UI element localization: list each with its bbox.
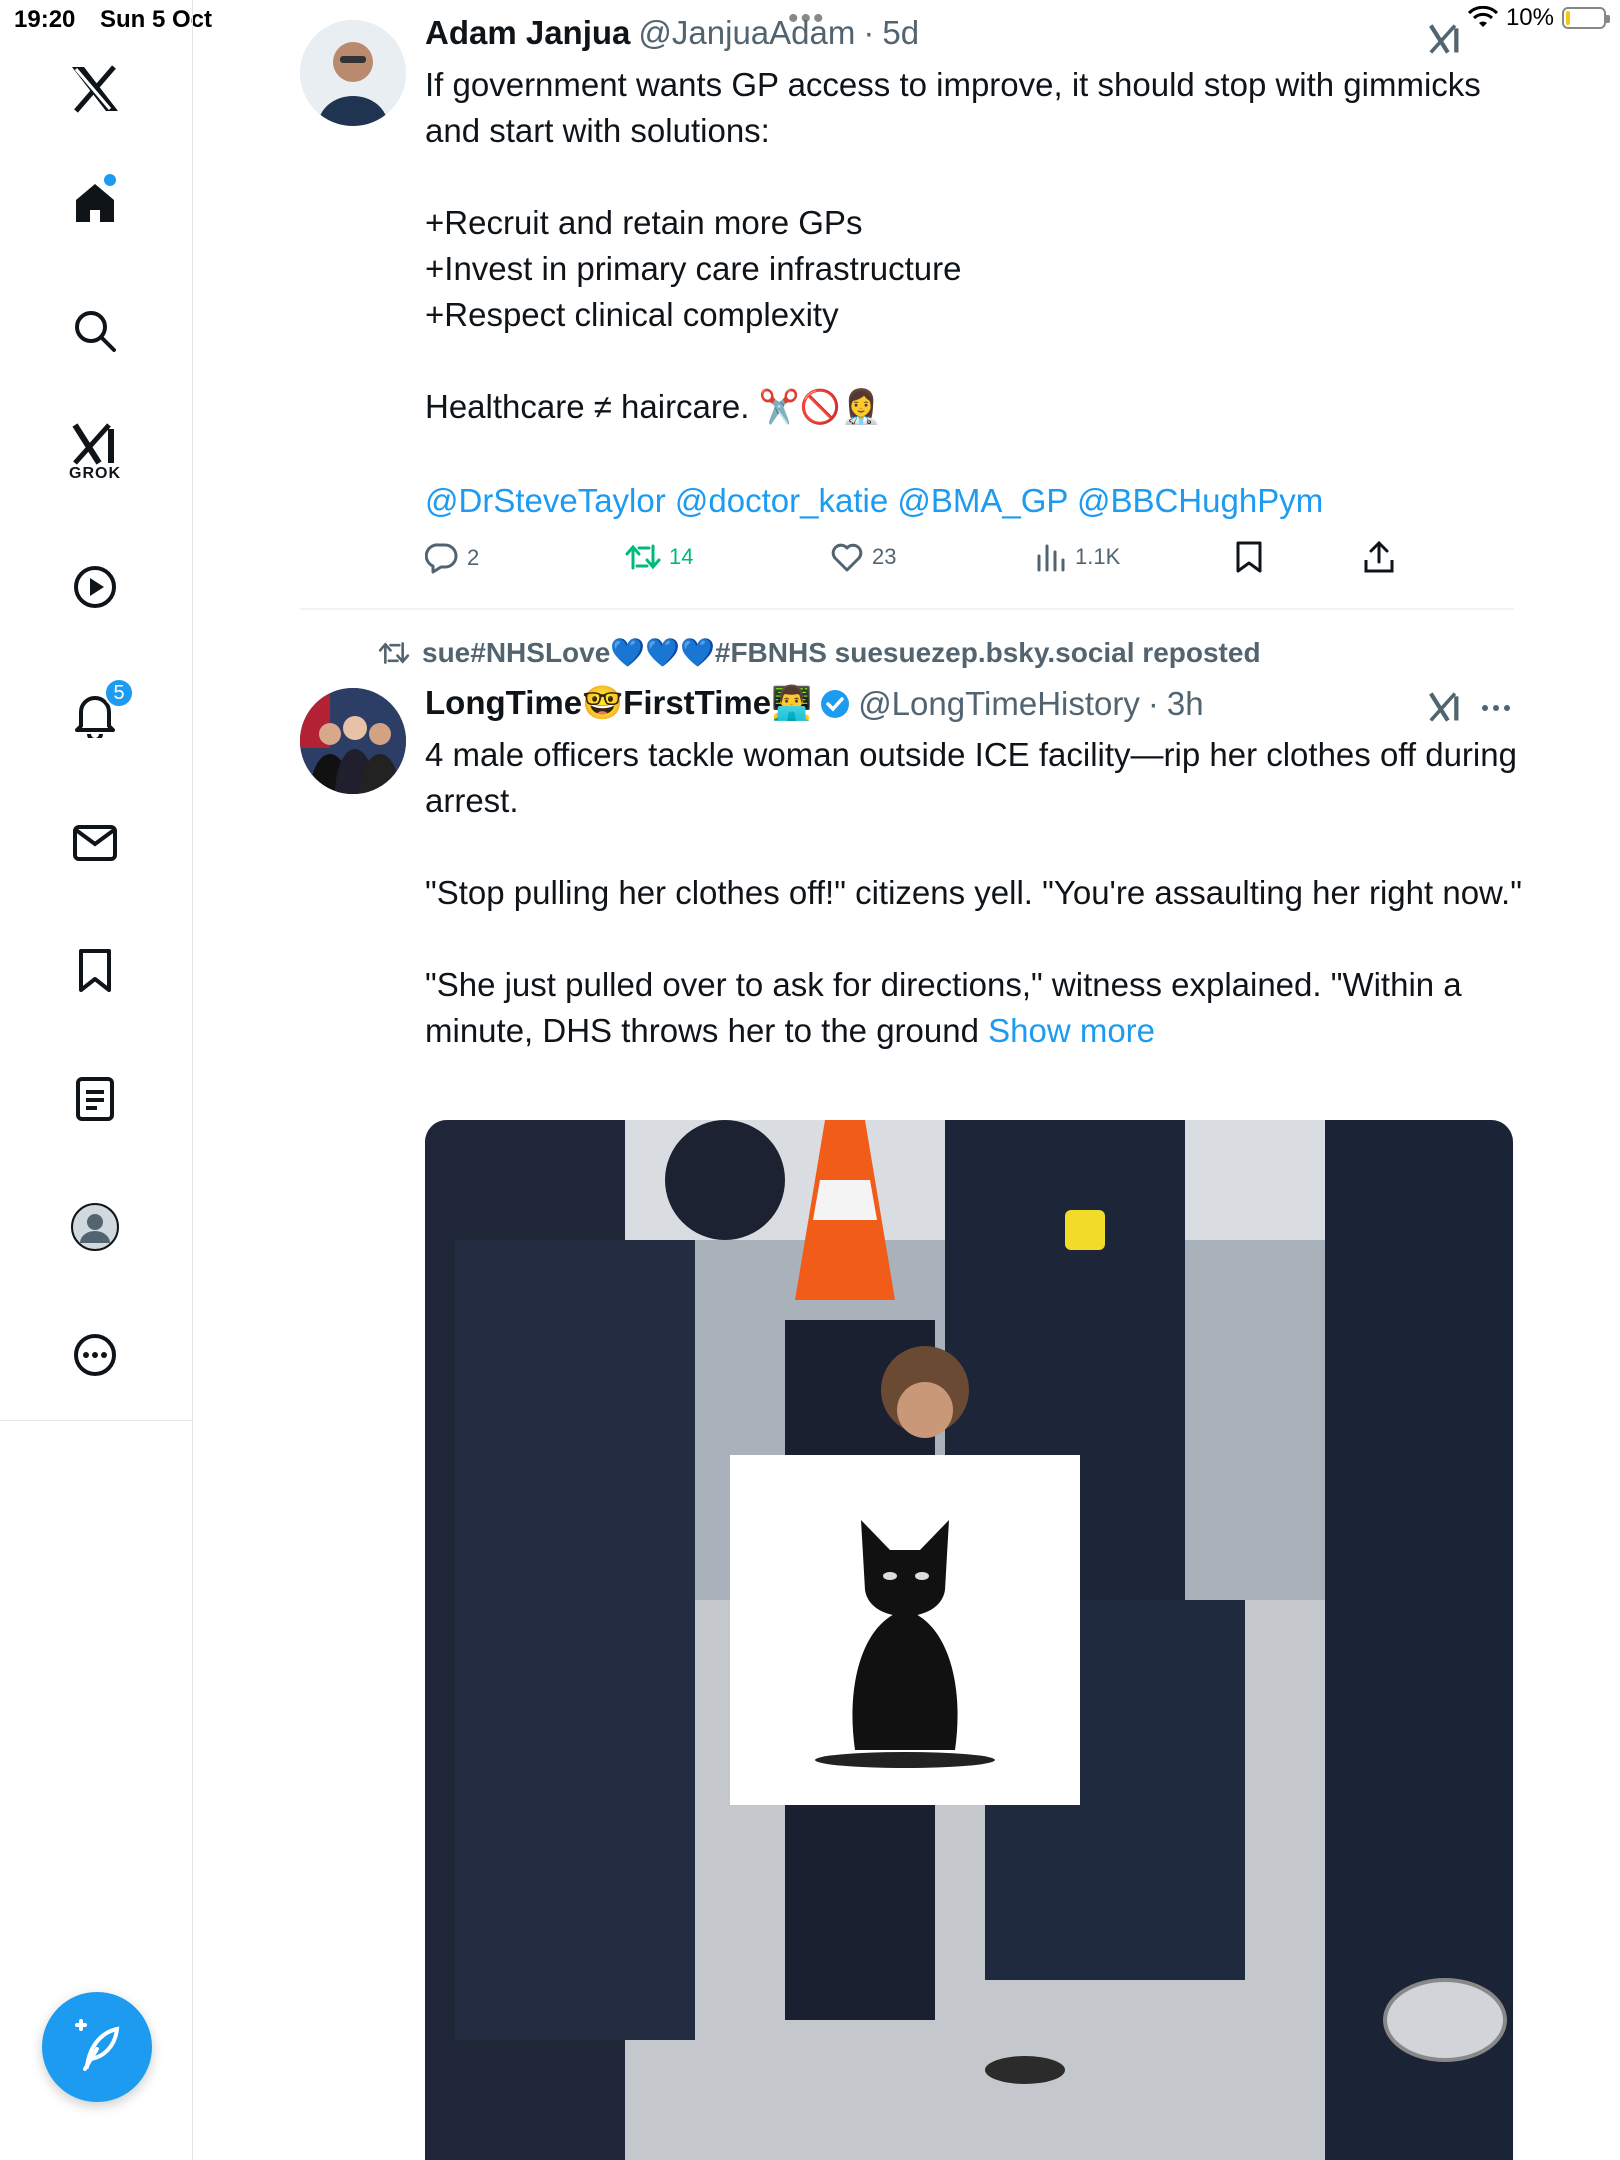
home-icon <box>76 184 114 222</box>
views-chart-icon <box>1037 544 1065 572</box>
post-time[interactable]: 5d <box>882 14 919 52</box>
grok-icon[interactable] <box>1428 22 1462 56</box>
tweet-divider <box>300 608 1514 610</box>
bookmark-icon <box>79 949 111 992</box>
mail-icon <box>73 825 117 861</box>
search-icon <box>75 311 116 352</box>
status-right: 10% <box>1467 4 1610 32</box>
grok-icon <box>72 423 114 465</box>
bookmark-button[interactable] <box>1235 540 1263 574</box>
bookmark-icon <box>1236 541 1262 573</box>
reply-count: 2 <box>467 545 480 570</box>
heart-icon <box>831 543 863 572</box>
sidebar-divider <box>0 1420 192 1421</box>
views-button[interactable]: 1.1K <box>1035 542 1120 572</box>
avatar[interactable] <box>300 20 406 126</box>
media-photo <box>425 1120 1513 2160</box>
reply-button[interactable]: 2 <box>425 542 479 574</box>
sidebar-item-home[interactable] <box>62 170 128 236</box>
wifi-icon <box>1467 6 1498 27</box>
repost-by-text: sue#NHSLove💙💙💙#FBNHS suesuezep.bsky.soci… <box>422 637 1261 668</box>
tweet-header: LongTime🤓FirstTime👨‍💻 @LongTimeHistory ·… <box>425 684 1204 723</box>
grok-label: GROK <box>69 465 121 482</box>
avatar[interactable] <box>300 688 406 794</box>
author-name[interactable]: LongTime🤓FirstTime👨‍💻 <box>425 684 812 723</box>
tweet-text: 4 male officers tackle woman outside ICE… <box>425 736 1522 1049</box>
more-circle-icon <box>74 1334 116 1376</box>
separator: · <box>1147 684 1159 722</box>
list-document-icon <box>76 1077 114 1121</box>
repost-count: 14 <box>669 544 694 569</box>
show-more-link[interactable]: Show more <box>988 1012 1155 1049</box>
sidebar-item-notifications[interactable]: 5 <box>62 678 134 748</box>
tweet-media-image[interactable] <box>425 1120 1513 2160</box>
battery-percent: 10% <box>1505 4 1554 31</box>
like-count: 23 <box>872 544 897 569</box>
tweet-text: If government wants GP access to improve… <box>425 66 1481 425</box>
reply-icon <box>425 543 458 574</box>
author-name[interactable]: Adam Janjua <box>425 14 630 52</box>
tweet-mentions[interactable]: @DrSteveTaylor @doctor_katie @BMA_GP @BB… <box>425 478 1525 524</box>
play-circle-icon <box>74 566 116 608</box>
sidebar-item-profile[interactable] <box>62 1194 128 1260</box>
sidebar-item-messages[interactable] <box>62 810 128 876</box>
repost-icon <box>378 641 410 664</box>
sidebar-item-more[interactable] <box>62 1322 128 1388</box>
compose-feather-icon <box>75 2019 120 2071</box>
compose-post-button[interactable] <box>42 1992 152 2102</box>
repost-icon <box>625 544 661 570</box>
notification-badge: 5 <box>104 678 134 708</box>
grok-icon[interactable] <box>1428 690 1462 724</box>
more-options-icon[interactable] <box>1480 696 1512 720</box>
tweet-actions: 2 14 23 1.1K <box>425 538 1425 584</box>
sidebar-item-lists[interactable] <box>62 1066 128 1132</box>
tweet-header: Adam Janjua @JanjuaAdam · 5d <box>425 14 919 52</box>
sidebar-item-bookmarks[interactable] <box>62 938 128 1004</box>
share-button[interactable] <box>1363 540 1395 574</box>
sidebar-item-grok[interactable]: GROK <box>62 420 128 486</box>
separator: · <box>863 14 875 51</box>
sidebar-item-videos[interactable] <box>62 554 128 620</box>
sidebar-item-search[interactable] <box>62 298 128 364</box>
repost-button[interactable]: 14 <box>625 542 693 572</box>
author-handle[interactable]: @LongTimeHistory <box>858 685 1140 723</box>
unread-dot <box>104 174 116 186</box>
profile-avatar-icon <box>71 1203 119 1251</box>
view-count: 1.1K <box>1075 544 1121 569</box>
author-handle[interactable]: @JanjuaAdam <box>638 14 855 52</box>
post-time[interactable]: 3h <box>1167 685 1204 723</box>
battery-icon <box>1562 7 1610 29</box>
share-icon <box>1364 540 1394 573</box>
x-logo-icon[interactable] <box>62 56 128 122</box>
repost-context[interactable]: sue#NHSLove💙💙💙#FBNHS suesuezep.bsky.soci… <box>378 636 1261 669</box>
verified-badge-icon <box>821 689 850 718</box>
like-button[interactable]: 23 <box>830 542 896 572</box>
sidebar: GROK 5 <box>0 0 193 2160</box>
